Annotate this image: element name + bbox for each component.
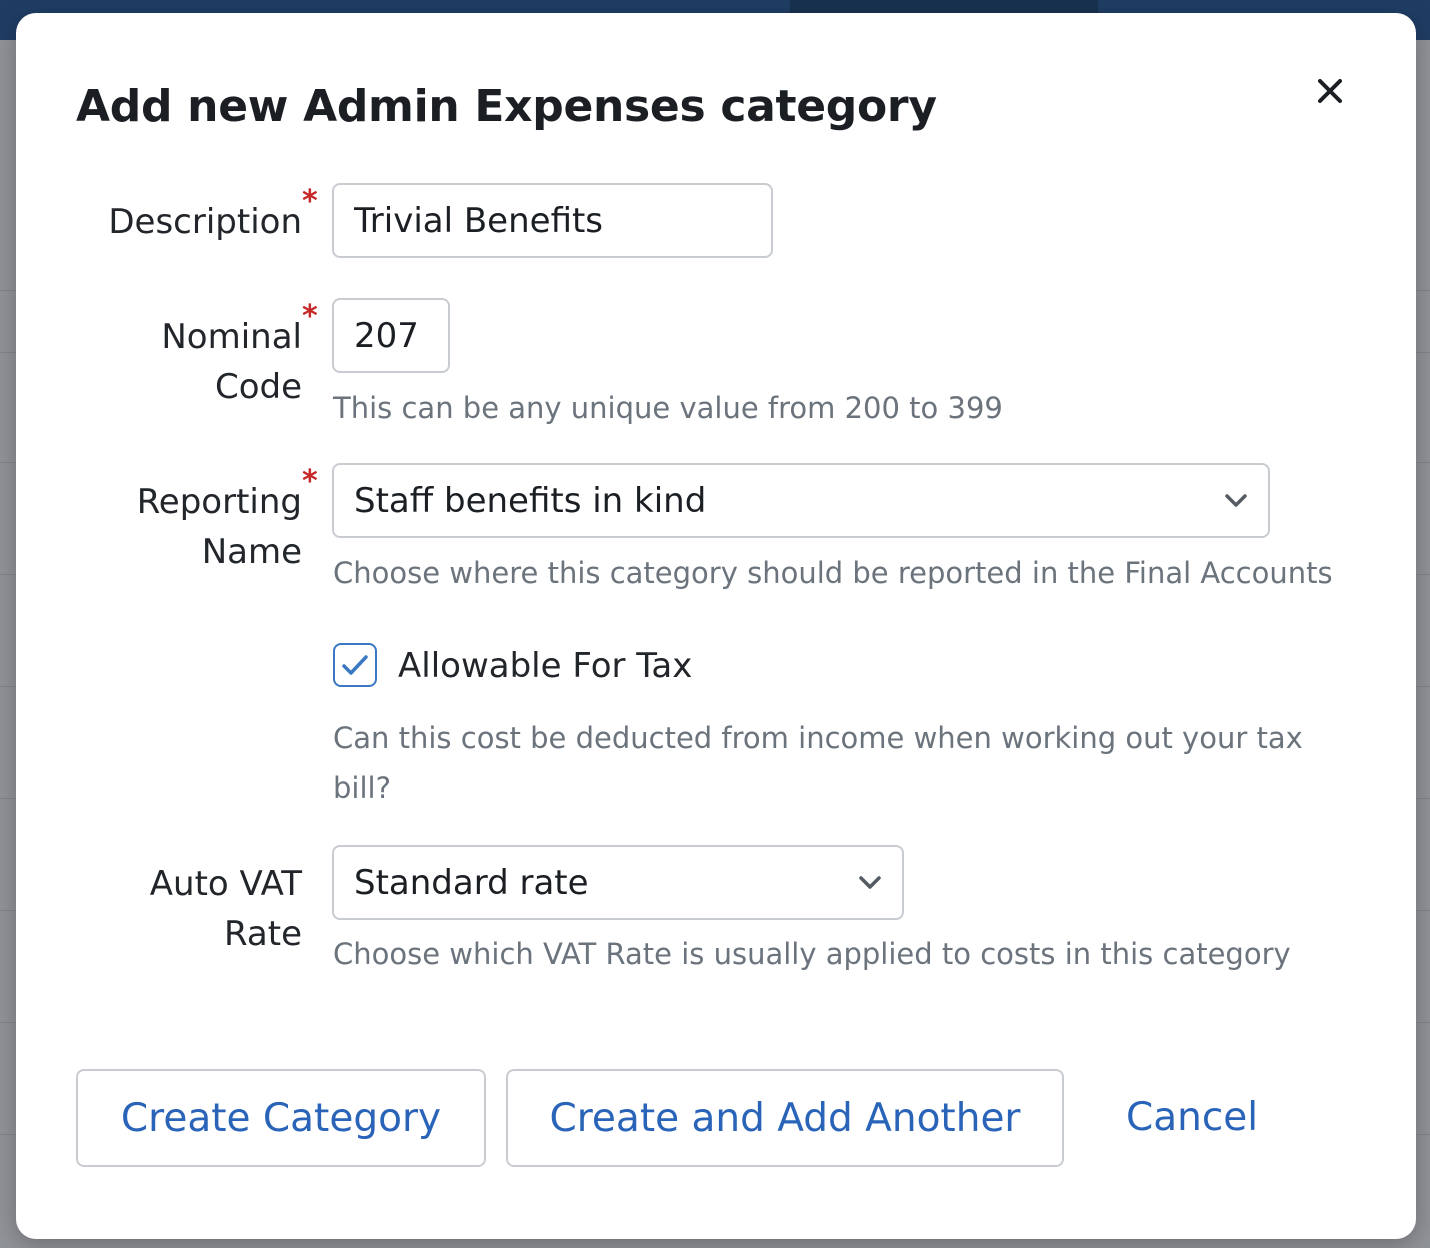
nominal-code-label: Nominal Code (161, 312, 302, 412)
required-indicator: * (302, 299, 318, 334)
allowable-for-tax-checkbox[interactable] (333, 643, 377, 687)
nominal-code-label-line2: Code (214, 367, 302, 407)
auto-vat-rate-label-line2: Rate (224, 914, 302, 954)
auto-vat-rate-hint: Choose which VAT Rate is usually applied… (333, 937, 1291, 971)
nominal-code-input[interactable] (332, 298, 450, 373)
add-category-modal: Add new Admin Expenses category Descript… (16, 13, 1416, 1239)
auto-vat-rate-selected-value: Standard rate (354, 862, 589, 903)
reporting-name-hint: Choose where this category should be rep… (333, 556, 1333, 590)
modal-title: Add new Admin Expenses category (76, 81, 937, 132)
close-button[interactable] (1310, 71, 1350, 111)
description-label: Description (108, 202, 302, 242)
close-icon (1318, 79, 1342, 103)
allowable-for-tax-hint-line1: Can this cost be deducted from income wh… (333, 721, 1303, 755)
reporting-name-label-line2: Name (201, 532, 302, 572)
allowable-for-tax-label[interactable]: Allowable For Tax (398, 641, 692, 691)
auto-vat-rate-label-line1: Auto VAT (149, 864, 302, 904)
reporting-name-select[interactable]: Staff benefits in kind (332, 463, 1270, 538)
chevron-down-icon (1225, 493, 1247, 507)
auto-vat-rate-label: Auto VAT Rate (150, 859, 302, 959)
allowable-for-tax-hint-line2: bill? (333, 771, 391, 805)
auto-vat-rate-select[interactable]: Standard rate (332, 845, 904, 920)
description-input[interactable] (332, 183, 773, 258)
top-bar-segment (790, 0, 1098, 14)
reporting-name-label-line1: Reporting (136, 482, 302, 522)
nominal-code-label-line1: Nominal (161, 317, 302, 357)
checkmark-icon (342, 655, 368, 675)
cancel-button[interactable]: Cancel (1126, 1069, 1258, 1167)
required-indicator: * (302, 184, 318, 219)
required-indicator: * (302, 464, 318, 499)
chevron-down-icon (859, 875, 881, 889)
allowable-for-tax-hint: Can this cost be deducted from income wh… (333, 713, 1303, 813)
nominal-code-hint: This can be any unique value from 200 to… (333, 391, 1003, 425)
reporting-name-label: Reporting Name (137, 477, 302, 577)
create-and-add-another-button[interactable]: Create and Add Another (506, 1069, 1064, 1167)
create-category-button[interactable]: Create Category (76, 1069, 486, 1167)
reporting-name-selected-value: Staff benefits in kind (354, 480, 707, 521)
